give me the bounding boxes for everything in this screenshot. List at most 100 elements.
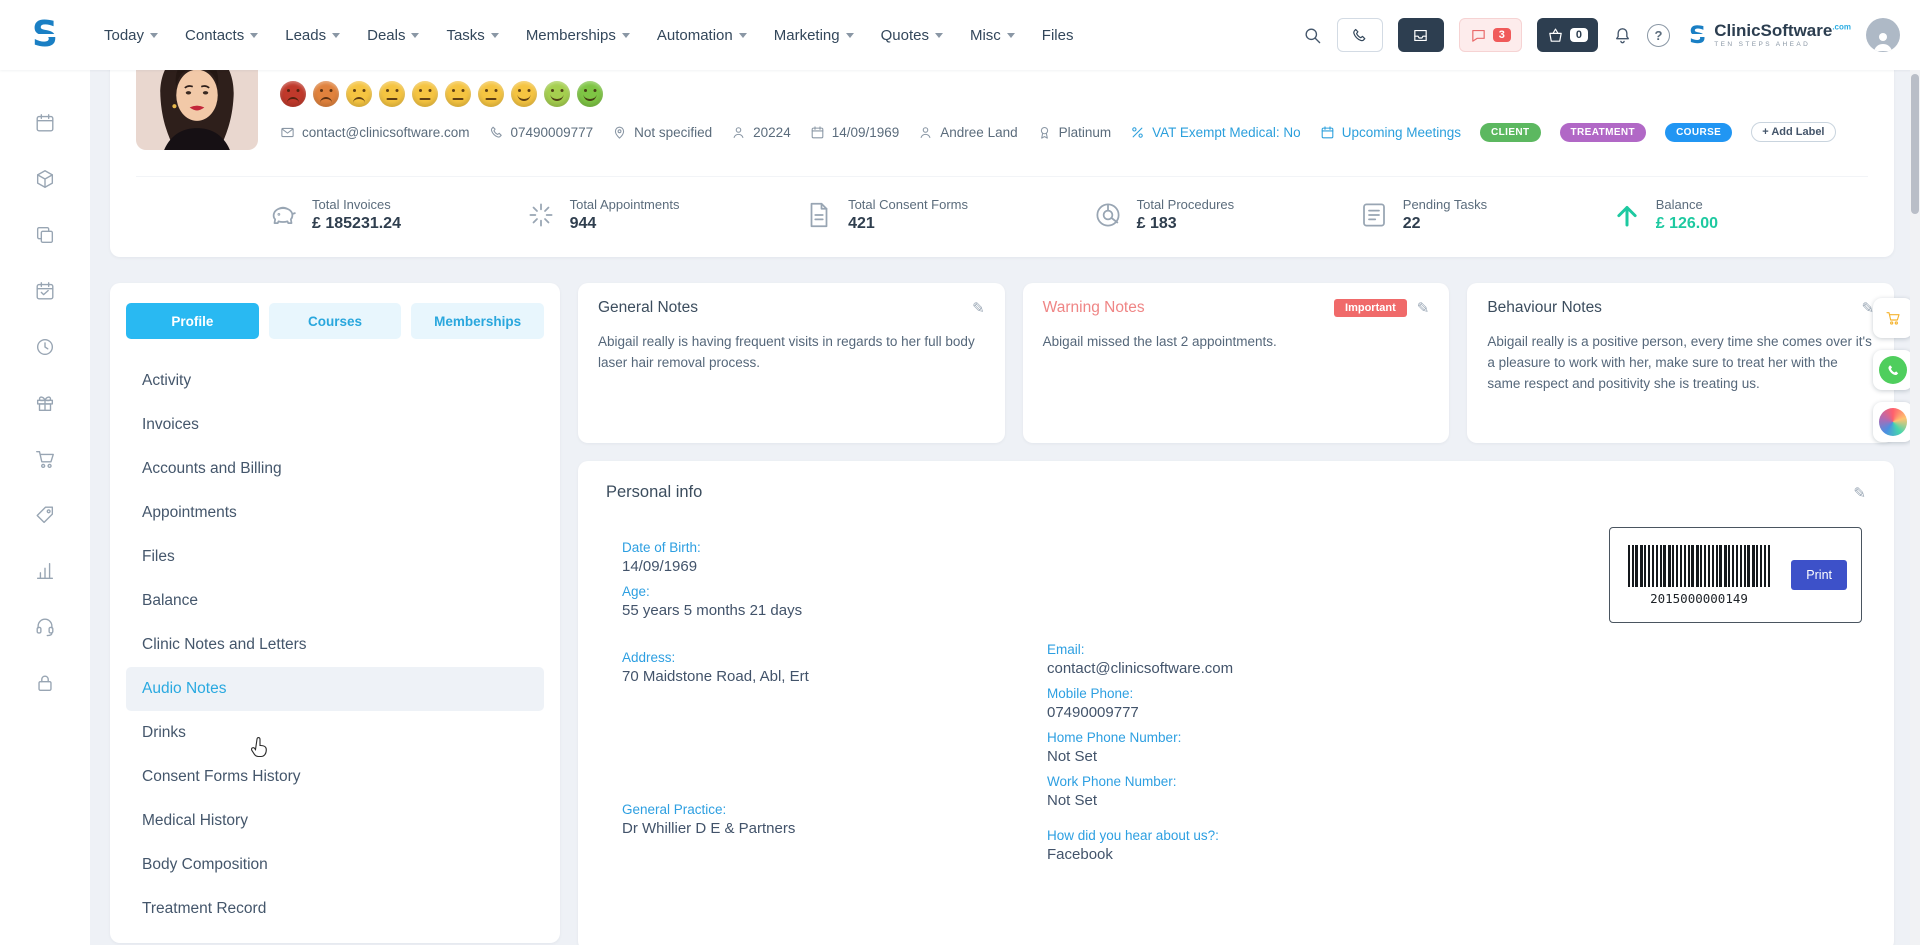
copy-icon[interactable] (34, 224, 56, 246)
notes-row: General Notes ✎ Abigail really is having… (578, 283, 1894, 443)
menu-item-consent-forms-history[interactable]: Consent Forms History (126, 755, 544, 799)
menu-item-files[interactable]: Files (126, 535, 544, 579)
label-treatment: TREATMENT (1560, 123, 1647, 142)
vat-exempt-link[interactable]: VAT Exempt Medical: No (1130, 125, 1301, 140)
tab-memberships[interactable]: Memberships (411, 303, 544, 339)
mood-face-8[interactable] (511, 81, 537, 107)
mood-face-1[interactable] (280, 81, 306, 107)
menu-item-clinic-notes-and-letters[interactable]: Clinic Notes and Letters (126, 623, 544, 667)
label-client: CLIENT (1480, 123, 1541, 142)
basket-count-badge: 0 (1570, 28, 1588, 42)
stat-balance: Balance£ 126.00 (1612, 197, 1718, 233)
mood-face-2[interactable] (313, 81, 339, 107)
field-general-practice: General Practice:Dr Whillier D E & Partn… (622, 802, 1047, 837)
edit-icon[interactable]: ✎ (1853, 484, 1866, 502)
nav-item-marketing[interactable]: Marketing (774, 27, 854, 44)
menu-item-medical-history[interactable]: Medical History (126, 799, 544, 843)
user-avatar[interactable] (1866, 18, 1900, 52)
mood-face-4[interactable] (379, 81, 405, 107)
note-title: Warning Notes (1043, 299, 1145, 317)
ai-gradient-icon (1879, 408, 1907, 436)
important-badge: Important (1334, 299, 1407, 317)
upcoming-meetings-link[interactable]: Upcoming Meetings (1320, 125, 1461, 140)
profile-menu: Activity Invoices Accounts and Billing A… (126, 359, 544, 945)
note-body: Abigail really is a positive person, eve… (1487, 332, 1874, 395)
cart-float-button[interactable] (1873, 298, 1913, 338)
nav-item-contacts[interactable]: Contacts (185, 27, 258, 44)
add-label-button[interactable]: + Add Label (1751, 122, 1835, 142)
messages-button[interactable]: 3 (1459, 18, 1522, 52)
mood-face-7[interactable] (478, 81, 504, 107)
nav-item-deals[interactable]: Deals (367, 27, 419, 44)
stat-total-appointments: Total Appointments944 (526, 197, 680, 233)
topbar-actions: 3 0 ? S ClinicSoftware.com TEN STEPS AHE… (1303, 18, 1920, 52)
mood-face-3[interactable] (346, 81, 372, 107)
menu-item-audio-notes[interactable]: Audio Notes (126, 667, 544, 711)
profile-tabs: Profile Courses Memberships (126, 303, 544, 339)
nav-item-memberships[interactable]: Memberships (526, 27, 630, 44)
nav-item-tasks[interactable]: Tasks (446, 27, 498, 44)
nav-item-leads[interactable]: Leads (285, 27, 340, 44)
chevron-down-icon (846, 33, 854, 38)
menu-item-recommended-products[interactable]: Recommended Products (126, 931, 544, 945)
lock-icon[interactable] (34, 672, 56, 694)
user-icon (918, 125, 933, 140)
client-stats-row: Total Invoices£ 185231.24 Total Appointm… (136, 176, 1868, 233)
menu-item-invoices[interactable]: Invoices (126, 403, 544, 447)
nav-item-automation[interactable]: Automation (657, 27, 747, 44)
burst-icon (526, 200, 556, 230)
mail-icon (280, 125, 295, 140)
basket-button[interactable]: 0 (1537, 18, 1598, 52)
history-icon[interactable] (34, 336, 56, 358)
barcode (1628, 545, 1770, 587)
mood-face-10[interactable] (577, 81, 603, 107)
menu-item-appointments[interactable]: Appointments (126, 491, 544, 535)
call-float-button[interactable] (1873, 350, 1913, 390)
brand-name: ClinicSoftware.com (1714, 22, 1851, 39)
top-navigation-bar: S Today Contacts Leads Deals Tasks Membe… (0, 0, 1920, 70)
scrollbar-thumb[interactable] (1911, 74, 1919, 214)
menu-item-accounts-and-billing[interactable]: Accounts and Billing (126, 447, 544, 491)
calendar-icon[interactable] (34, 112, 56, 134)
dialer-button[interactable] (1337, 18, 1383, 52)
tab-courses[interactable]: Courses (269, 303, 402, 339)
chevron-down-icon (150, 33, 158, 38)
package-icon[interactable] (34, 168, 56, 190)
inbox-button[interactable] (1398, 18, 1444, 52)
search-icon[interactable] (1303, 26, 1322, 45)
menu-item-activity[interactable]: Activity (126, 359, 544, 403)
nav-item-files[interactable]: Files (1042, 27, 1074, 44)
print-button[interactable]: Print (1791, 560, 1847, 590)
app-logo[interactable]: S (0, 17, 90, 53)
bookings-calendar-icon[interactable] (34, 280, 56, 302)
nav-item-misc[interactable]: Misc (970, 27, 1015, 44)
gift-icon[interactable] (34, 392, 56, 414)
edit-icon[interactable]: ✎ (972, 299, 985, 317)
mood-face-5[interactable] (412, 81, 438, 107)
reports-chart-icon[interactable] (34, 560, 56, 582)
edit-icon[interactable]: ✎ (1417, 299, 1430, 317)
tag-icon[interactable] (34, 504, 56, 526)
chevron-down-icon (622, 33, 630, 38)
menu-item-treatment-record[interactable]: Treatment Record (126, 887, 544, 931)
nav-item-quotes[interactable]: Quotes (881, 27, 943, 44)
checklist-icon (1359, 200, 1389, 230)
client-location: Not specified (612, 125, 712, 140)
cart-icon[interactable] (34, 448, 56, 470)
mood-face-9[interactable] (544, 81, 570, 107)
tab-profile[interactable]: Profile (126, 303, 259, 339)
menu-item-drinks[interactable]: Drinks (126, 711, 544, 755)
menu-item-body-composition[interactable]: Body Composition (126, 843, 544, 887)
support-icon[interactable] (34, 616, 56, 638)
mood-face-6[interactable] (445, 81, 471, 107)
notifications-bell-icon[interactable] (1613, 26, 1632, 45)
nav-item-today[interactable]: Today (104, 27, 158, 44)
user-icon (731, 125, 746, 140)
ai-assistant-button[interactable] (1873, 402, 1913, 442)
menu-item-balance[interactable]: Balance (126, 579, 544, 623)
stat-total-invoices: Total Invoices£ 185231.24 (268, 197, 401, 233)
personal-info-right-column: Email:contact@clinicsoftware.com Mobile … (1047, 642, 1866, 872)
messages-count-badge: 3 (1493, 28, 1511, 42)
field-home-phone: Home Phone Number:Not Set (1047, 730, 1866, 765)
help-icon[interactable]: ? (1647, 24, 1670, 47)
